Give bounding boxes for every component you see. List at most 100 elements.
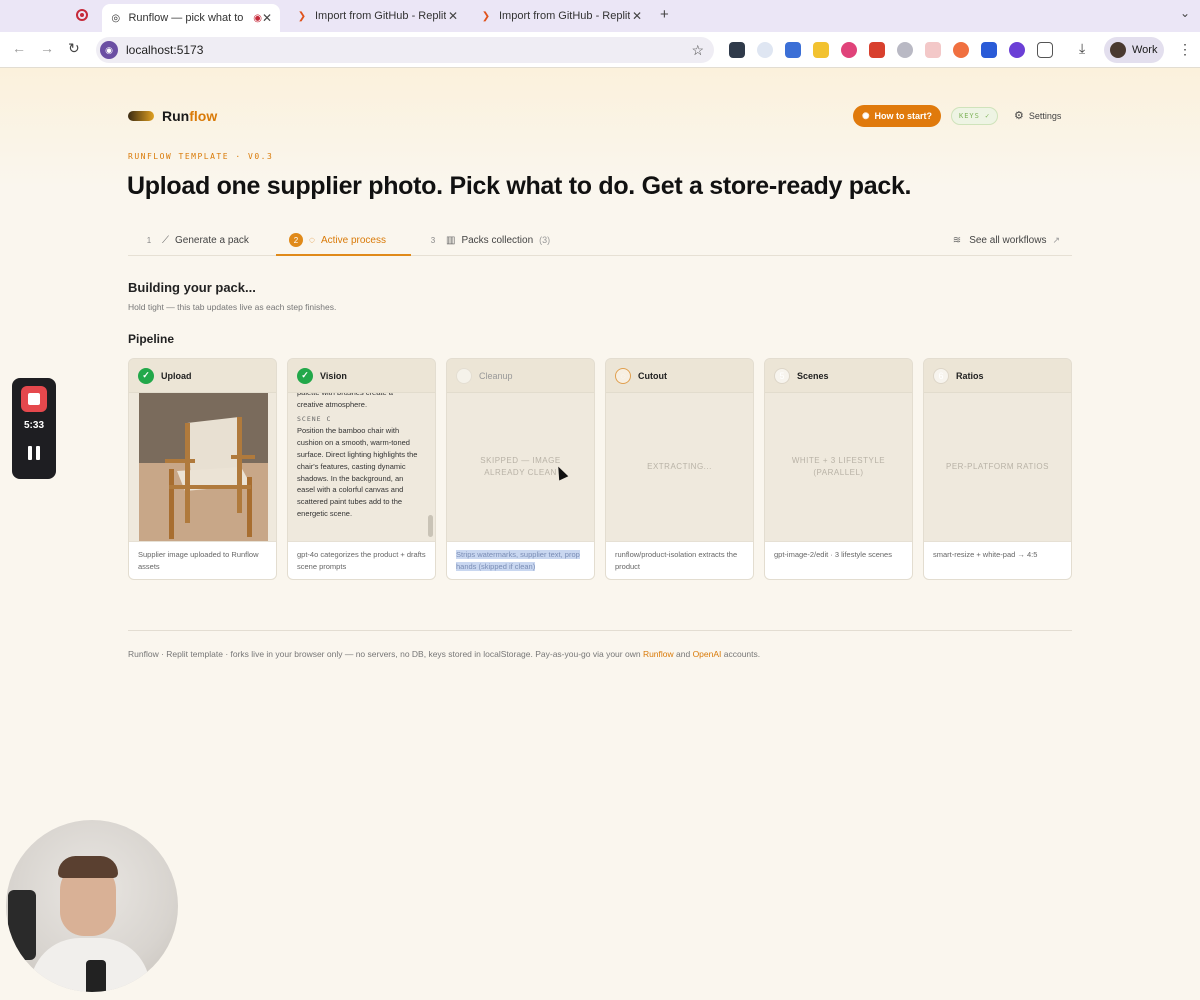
card-description: gpt-image-2/edit · 3 lifestyle scenes [765, 541, 912, 579]
scene-prompts-text[interactable]: palette with brushes create a creative a… [297, 393, 421, 541]
card-header: 6 Ratios [924, 359, 1071, 393]
extension-icon[interactable] [841, 42, 857, 58]
external-link-icon: ↗ [1052, 234, 1060, 245]
bookmark-star-icon[interactable]: ☆ [691, 42, 704, 59]
stop-recording-button[interactable] [21, 386, 47, 412]
check-icon: ✓ [297, 367, 313, 384]
card-description: Supplier image uploaded to Runflow asset… [129, 541, 276, 579]
divider [128, 630, 1072, 631]
extension-icon[interactable] [729, 42, 745, 58]
eyebrow: RUNFLOW TEMPLATE · V0.3 [128, 152, 274, 161]
step-number: 5 [774, 367, 790, 384]
step-status: PER-PLATFORM RATIOS [946, 462, 1049, 471]
card-header: ✓ Vision [288, 359, 435, 393]
check-icon: ✓ [138, 367, 154, 384]
site-info-icon[interactable]: ◉ [100, 41, 118, 59]
card-body: PER-PLATFORM RATIOS [924, 393, 1071, 541]
logo[interactable]: Run flow [128, 108, 217, 124]
app-page: Run flow ✺ How to start? KEYS ✓ ⚙ Setting… [0, 68, 1200, 1000]
webcam-overlay [6, 820, 178, 992]
globe-icon: ◎ [111, 12, 121, 24]
card-header: ✓ Upload [129, 359, 276, 393]
library-icon: ▥ [446, 234, 456, 246]
extension-icon[interactable] [813, 42, 829, 58]
profile-button[interactable]: Work [1104, 37, 1164, 63]
active-tab-indicator [276, 254, 411, 256]
browser-tab-bar: ◎ Runflow — pick what to d ◉ ✕ ❯ Import … [0, 0, 1200, 32]
extension-icon[interactable] [897, 42, 913, 58]
tab-generate-pack[interactable]: 1 ⟋ Generate a pack [142, 230, 249, 250]
chair-image-icon [139, 393, 268, 541]
pause-icon[interactable] [28, 446, 40, 460]
extension-icon[interactable] [1009, 42, 1025, 58]
pipeline-card-vision: ✓ Vision palette with brushes create a c… [287, 358, 436, 580]
how-to-start-button[interactable]: ✺ How to start? [853, 105, 942, 127]
back-icon[interactable]: ← [12, 40, 26, 56]
recording-indicator-icon [76, 9, 88, 21]
replit-icon: ❯ [297, 10, 307, 22]
browser-toolbar: ← → ↻ ◉ localhost:5173 ☆ ⤓ Work ⋮ [0, 32, 1200, 68]
section-subtitle: Hold tight — this tab updates live as ea… [128, 302, 337, 312]
card-description: Strips watermarks, supplier text, prop h… [447, 541, 594, 579]
extension-icon[interactable] [953, 42, 969, 58]
card-description: runflow/product-isolation extracts the p… [606, 541, 753, 579]
extension-icon[interactable] [785, 42, 801, 58]
pipeline-card-upload: ✓ Upload Supplier image uploaded to Runf… [128, 358, 277, 580]
card-header: ◌ Cutout [606, 359, 753, 393]
card-description: gpt-4o categorizes the product + drafts … [288, 541, 435, 579]
keys-badge[interactable]: KEYS ✓ [951, 107, 999, 125]
extension-icon[interactable] [869, 42, 885, 58]
page-title: Upload one supplier photo. Pick what to … [127, 172, 912, 200]
tab-search-icon[interactable]: ⌄ [1180, 6, 1190, 20]
step-status: EXTRACTING... [647, 462, 712, 471]
puzzle-icon[interactable] [1037, 42, 1053, 58]
page-footer: Runflow · Replit template · forks live i… [128, 649, 761, 659]
avatar [1110, 42, 1126, 58]
browser-tab-replit-2[interactable]: ❯ Import from GitHub - Replit ✕ [472, 4, 650, 28]
card-description: smart-resize + white-pad → 4:5 [924, 541, 1071, 579]
pipeline-steps: ✓ Upload Supplier image uploaded to Runf… [128, 358, 1072, 580]
pipeline-card-ratios: 6 Ratios PER-PLATFORM RATIOS smart-resiz… [923, 358, 1072, 580]
scrollbar[interactable] [428, 515, 433, 537]
sparkle-icon: ✺ [862, 110, 870, 121]
menu-icon[interactable]: ⋮ [1178, 41, 1192, 58]
close-tab-icon[interactable]: ✕ [262, 11, 272, 25]
card-header: 5 Scenes [765, 359, 912, 393]
step-status: SKIPPED — IMAGE ALREADY CLEAN [480, 456, 561, 477]
tab-active-process[interactable]: 2 ◌ Active process [289, 230, 386, 250]
magic-wand-icon: ⟋ [162, 234, 169, 246]
runflow-link[interactable]: Runflow [643, 649, 674, 659]
section-title: Building your pack... [128, 280, 256, 295]
recording-timer: 5:33 [23, 420, 44, 431]
pipeline-card-scenes: 5 Scenes WHITE + 3 LIFESTYLE (PARALLEL) … [764, 358, 913, 580]
address-bar[interactable]: ◉ localhost:5173 ☆ [96, 37, 714, 63]
shield-icon[interactable] [981, 42, 997, 58]
close-tab-icon[interactable]: ✕ [632, 9, 642, 23]
openai-link[interactable]: OpenAI [693, 649, 722, 659]
card-header: Cleanup [447, 359, 594, 393]
reload-icon[interactable]: ↻ [68, 40, 80, 57]
logo-mark-icon [128, 111, 154, 121]
extension-icon[interactable] [757, 42, 773, 58]
browser-tab-replit-1[interactable]: ❯ Import from GitHub - Replit ✕ [288, 4, 466, 28]
new-tab-icon[interactable]: + [660, 6, 669, 23]
download-icon[interactable]: ⤓ [1079, 40, 1085, 57]
forward-icon[interactable]: → [40, 40, 54, 56]
spinner-icon: ◌ [615, 367, 631, 384]
layers-icon: ≋ [952, 234, 962, 246]
browser-tab-runflow[interactable]: ◎ Runflow — pick what to d ◉ ✕ [102, 4, 280, 32]
replit-icon: ❯ [481, 10, 491, 22]
step-number: 6 [933, 367, 949, 384]
settings-button[interactable]: ⚙ Settings [1014, 109, 1061, 122]
close-tab-icon[interactable]: ✕ [448, 9, 458, 23]
card-body: WHITE + 3 LIFESTYLE (PARALLEL) [765, 393, 912, 541]
extension-icon[interactable] [925, 42, 941, 58]
recording-controls: 5:33 [12, 378, 56, 479]
process-tabs: 1 ⟋ Generate a pack 2 ◌ Active process 3… [128, 224, 1072, 256]
pipeline-card-cutout: ◌ Cutout EXTRACTING... runflow/product-i… [605, 358, 754, 580]
product-image[interactable] [139, 393, 268, 541]
gear-icon: ⚙ [1014, 110, 1024, 122]
see-all-workflows-link[interactable]: ≋ See all workflows ↗ [953, 230, 1060, 250]
tab-packs-collection[interactable]: 3 ▥ Packs collection (3) [426, 230, 550, 250]
step-status: WHITE + 3 LIFESTYLE (PARALLEL) [791, 456, 886, 477]
